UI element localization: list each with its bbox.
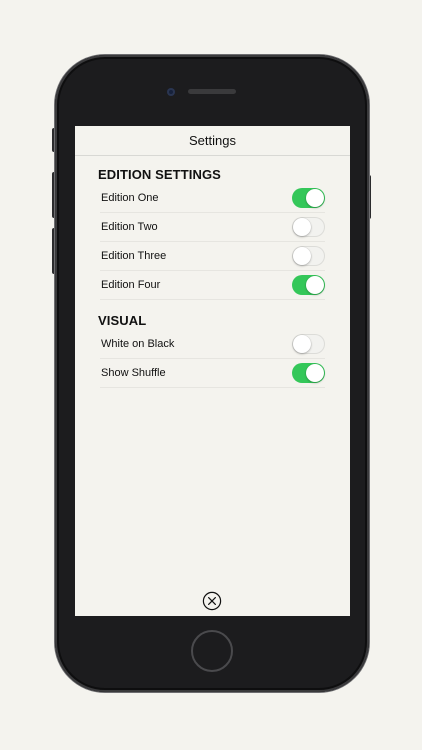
edition-four-toggle[interactable]: [292, 275, 325, 295]
white-on-black-toggle[interactable]: [292, 334, 325, 354]
show-shuffle-toggle[interactable]: [292, 363, 325, 383]
home-button: [191, 630, 233, 672]
edition-three-toggle[interactable]: [292, 246, 325, 266]
setting-label: Edition Three: [101, 250, 167, 262]
page-title: Settings: [189, 133, 236, 148]
setting-row-edition-three: Edition Three: [100, 242, 325, 271]
close-button[interactable]: [202, 591, 222, 611]
toggle-knob: [293, 247, 311, 265]
setting-row-white-on-black: White on Black: [100, 330, 325, 359]
edition-settings-list: Edition One Edition Two Edition Three Ed…: [100, 184, 325, 300]
section-title-visual: VISUAL: [98, 313, 147, 328]
front-camera: [167, 88, 175, 96]
edition-two-toggle[interactable]: [292, 217, 325, 237]
setting-row-edition-two: Edition Two: [100, 213, 325, 242]
section-title-edition-settings: EDITION SETTINGS: [98, 167, 221, 182]
toggle-knob: [306, 364, 324, 382]
settings-screen: Settings EDITION SETTINGS Edition One Ed…: [75, 126, 350, 616]
setting-label: Edition One: [101, 192, 159, 204]
toggle-knob: [306, 276, 324, 294]
navigation-bar: Settings: [75, 126, 350, 156]
setting-label: White on Black: [101, 338, 175, 350]
setting-row-edition-one: Edition One: [100, 184, 325, 213]
setting-label: Edition Two: [101, 221, 158, 233]
edition-one-toggle[interactable]: [292, 188, 325, 208]
close-circle-icon: [202, 591, 222, 611]
earpiece-speaker: [188, 89, 236, 94]
setting-row-show-shuffle: Show Shuffle: [100, 359, 325, 388]
setting-label: Edition Four: [101, 279, 161, 291]
visual-settings-list: White on Black Show Shuffle: [100, 330, 325, 388]
setting-row-edition-four: Edition Four: [100, 271, 325, 300]
setting-label: Show Shuffle: [101, 367, 166, 379]
toggle-knob: [306, 189, 324, 207]
toggle-knob: [293, 335, 311, 353]
toggle-knob: [293, 218, 311, 236]
